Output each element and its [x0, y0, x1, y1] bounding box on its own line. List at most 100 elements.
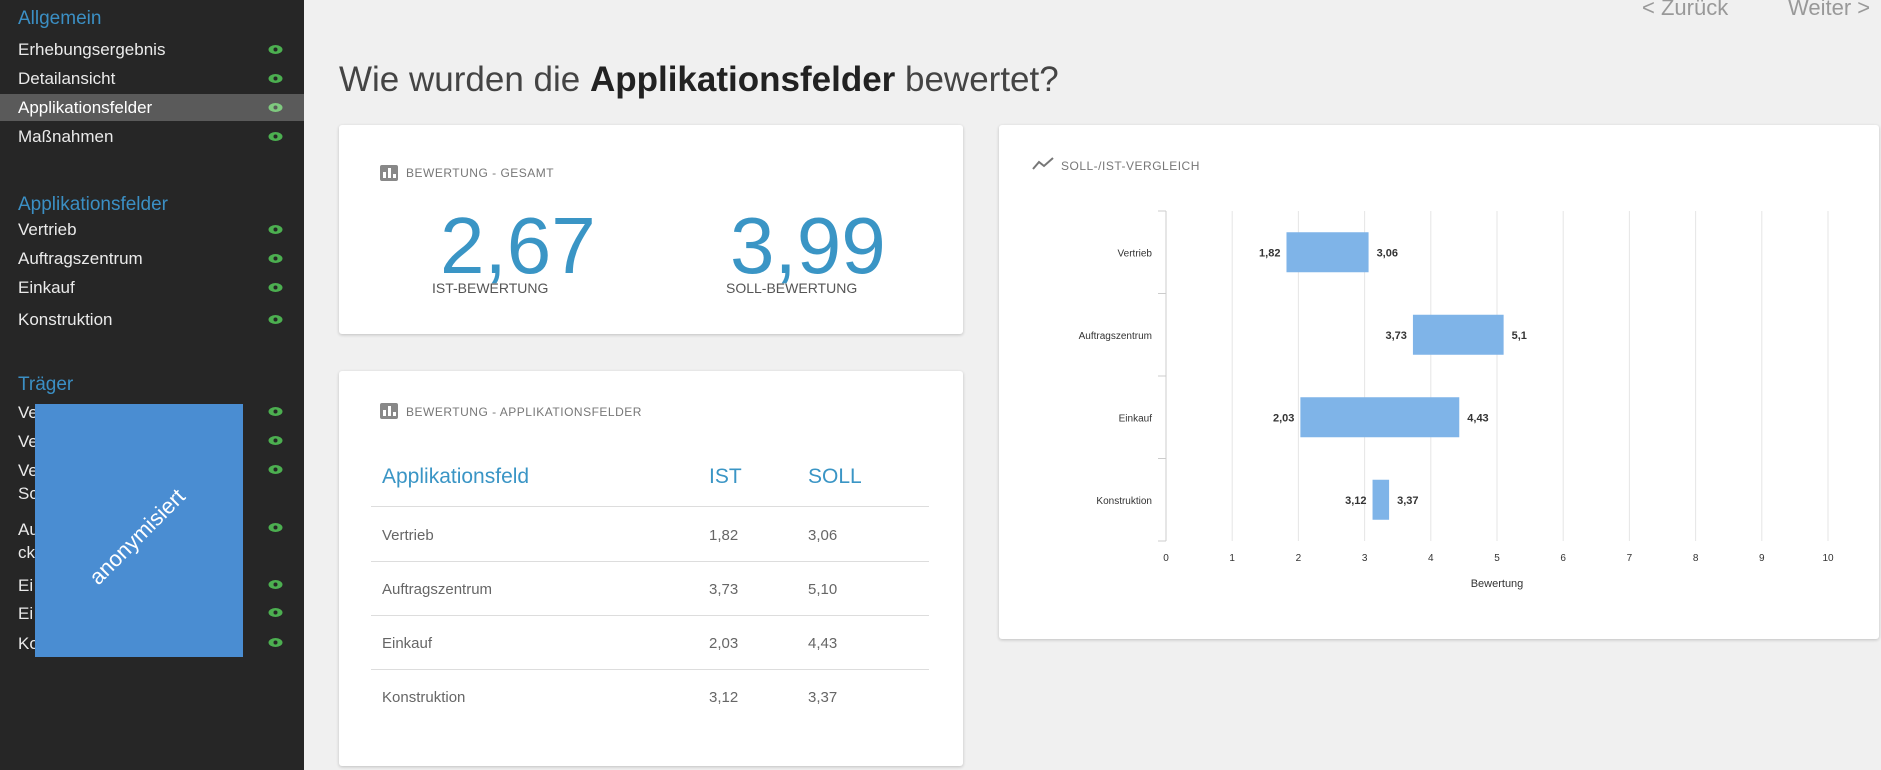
- sidebar-item-erhebungsergebnis[interactable]: Erhebungsergebnis: [0, 36, 304, 63]
- card-applikationsfelder: BEWERTUNG - APPLIKATIONSFELDER Applikati…: [339, 371, 963, 766]
- bar-chart-icon: [380, 165, 398, 181]
- cell-field: Auftragszentrum: [382, 581, 493, 598]
- sidebar-item-massnahmen[interactable]: Maßnahmen: [0, 123, 304, 150]
- x-tick-label: 6: [1560, 553, 1566, 564]
- range-bar: [1412, 314, 1504, 355]
- eye-icon[interactable]: [268, 102, 283, 113]
- eye-icon[interactable]: [268, 522, 283, 533]
- cell-field: Vertrieb: [382, 527, 434, 544]
- cell-soll: 5,10: [808, 581, 838, 598]
- sidebar-partial-item[interactable]: Ei: [18, 604, 33, 624]
- category-label: Auftragszentrum: [1079, 331, 1152, 342]
- sidebar-partial-item[interactable]: ck: [18, 543, 35, 563]
- eye-icon[interactable]: [268, 282, 283, 293]
- eye-icon[interactable]: [268, 406, 283, 417]
- x-tick-label: 2: [1296, 553, 1302, 564]
- sidebar: Allgemein Erhebungsergebnis Detailansich…: [0, 0, 304, 770]
- bar-chart-icon: [380, 403, 398, 419]
- x-tick-label: 10: [1822, 553, 1834, 564]
- range-bar: [1372, 479, 1390, 520]
- soll-data-label: 5,1: [1512, 330, 1527, 342]
- sidebar-item-applikationsfelder[interactable]: Applikationsfelder: [0, 94, 304, 121]
- sidebar-item-label: Auftragszentrum: [18, 249, 143, 268]
- table-divider: [371, 669, 929, 670]
- table-divider: [371, 506, 929, 507]
- eye-icon[interactable]: [268, 224, 283, 235]
- cell-ist: 3,73: [709, 581, 739, 598]
- card-title: BEWERTUNG - GESAMT: [406, 166, 555, 180]
- page-title-suffix: bewertet?: [895, 60, 1059, 99]
- sidebar-item-label: Maßnahmen: [18, 127, 114, 146]
- x-tick-label: 3: [1362, 553, 1368, 564]
- table-divider: [371, 561, 929, 562]
- cell-soll: 3,06: [808, 527, 838, 544]
- cell-ist: 1,82: [709, 527, 739, 544]
- card-title: BEWERTUNG - APPLIKATIONSFELDER: [406, 405, 642, 419]
- ist-data-label: 2,03: [1273, 412, 1294, 424]
- page-title-bold: Applikationsfelder: [589, 60, 896, 99]
- sidebar-item-label: Applikationsfelder: [18, 98, 153, 117]
- eye-icon[interactable]: [268, 131, 283, 142]
- cell-ist: 3,12: [709, 689, 739, 706]
- cell-soll: 4,43: [808, 635, 838, 652]
- anonymized-overlay: anonymisiert: [35, 404, 243, 657]
- ist-value: 2,67: [440, 201, 596, 290]
- sidebar-heading-applikationsfelder: Applikationsfelder: [18, 194, 168, 215]
- range-bar: [1286, 232, 1369, 273]
- sidebar-item-label: Konstruktion: [18, 310, 113, 329]
- soll-data-label: 4,43: [1467, 412, 1488, 424]
- x-tick-label: 8: [1693, 553, 1699, 564]
- eye-icon[interactable]: [268, 607, 283, 618]
- back-link[interactable]: < Zurück: [1642, 0, 1728, 21]
- category-label: Konstruktion: [1096, 496, 1152, 507]
- eye-icon[interactable]: [268, 637, 283, 648]
- sidebar-item-label: Einkauf: [18, 278, 75, 297]
- sidebar-item-konstruktion[interactable]: Konstruktion: [0, 306, 304, 333]
- sidebar-item-detailansicht[interactable]: Detailansicht: [0, 65, 304, 92]
- sidebar-heading-allgemein: Allgemein: [18, 8, 102, 29]
- column-header-soll[interactable]: SOLL: [808, 465, 862, 489]
- eye-icon[interactable]: [268, 73, 283, 84]
- x-tick-label: 9: [1759, 553, 1765, 564]
- eye-icon[interactable]: [268, 44, 283, 55]
- sidebar-item-vertrieb[interactable]: Vertrieb: [0, 216, 304, 243]
- x-tick-label: 1: [1229, 553, 1235, 564]
- ist-data-label: 3,73: [1386, 330, 1407, 342]
- cell-field: Konstruktion: [382, 689, 466, 706]
- eye-icon[interactable]: [268, 253, 283, 264]
- next-link[interactable]: Weiter >: [1788, 0, 1870, 21]
- soll-ist-chart: 0 1 2 3 4 5 6 7 8 9 10 Vertrieb Auftragszentrum Einka…: [1079, 210, 1834, 590]
- cell-ist: 2,03: [709, 635, 739, 652]
- ist-data-label: 3,12: [1345, 495, 1366, 507]
- sidebar-heading-traeger: Träger: [18, 374, 74, 395]
- sidebar-item-label: Vertrieb: [18, 220, 77, 239]
- card-chart: SOLL-/IST-VERGLEICH 0 1 2 3 4 5 6 7 8 9 10 Vertrieb…: [999, 125, 1879, 639]
- page-title-prefix: Wie wurden die: [339, 60, 590, 99]
- anonymized-label: anonymisiert: [84, 483, 190, 590]
- sidebar-partial-item[interactable]: Ei: [18, 576, 33, 596]
- category-label: Einkauf: [1119, 413, 1153, 424]
- sidebar-item-auftragszentrum[interactable]: Auftragszentrum: [0, 245, 304, 272]
- column-header-applikationsfeld[interactable]: Applikationsfeld: [382, 465, 529, 489]
- sidebar-item-label: Detailansicht: [18, 69, 116, 88]
- range-bar: [1300, 397, 1460, 438]
- cell-soll: 3,37: [808, 689, 838, 706]
- page-title: Wie wurden die Applikationsfelder bewert…: [339, 60, 1059, 100]
- sidebar-item-label: Erhebungsergebnis: [18, 40, 166, 59]
- cell-field: Einkauf: [382, 635, 433, 652]
- soll-data-label: 3,37: [1397, 495, 1418, 507]
- x-tick-label: 5: [1494, 553, 1500, 564]
- ist-data-label: 1,82: [1259, 247, 1280, 259]
- eye-icon[interactable]: [268, 314, 283, 325]
- eye-icon[interactable]: [268, 464, 283, 475]
- column-header-ist[interactable]: IST: [709, 465, 742, 489]
- eye-icon[interactable]: [268, 435, 283, 446]
- soll-label: SOLL-BEWERTUNG: [726, 280, 858, 296]
- x-tick-label: 7: [1627, 553, 1633, 564]
- category-label: Vertrieb: [1118, 248, 1153, 259]
- eye-icon[interactable]: [268, 579, 283, 590]
- sidebar-item-einkauf[interactable]: Einkauf: [0, 274, 304, 301]
- x-tick-label: 0: [1163, 553, 1169, 564]
- table-divider: [371, 615, 929, 616]
- x-tick-label: 4: [1428, 553, 1434, 564]
